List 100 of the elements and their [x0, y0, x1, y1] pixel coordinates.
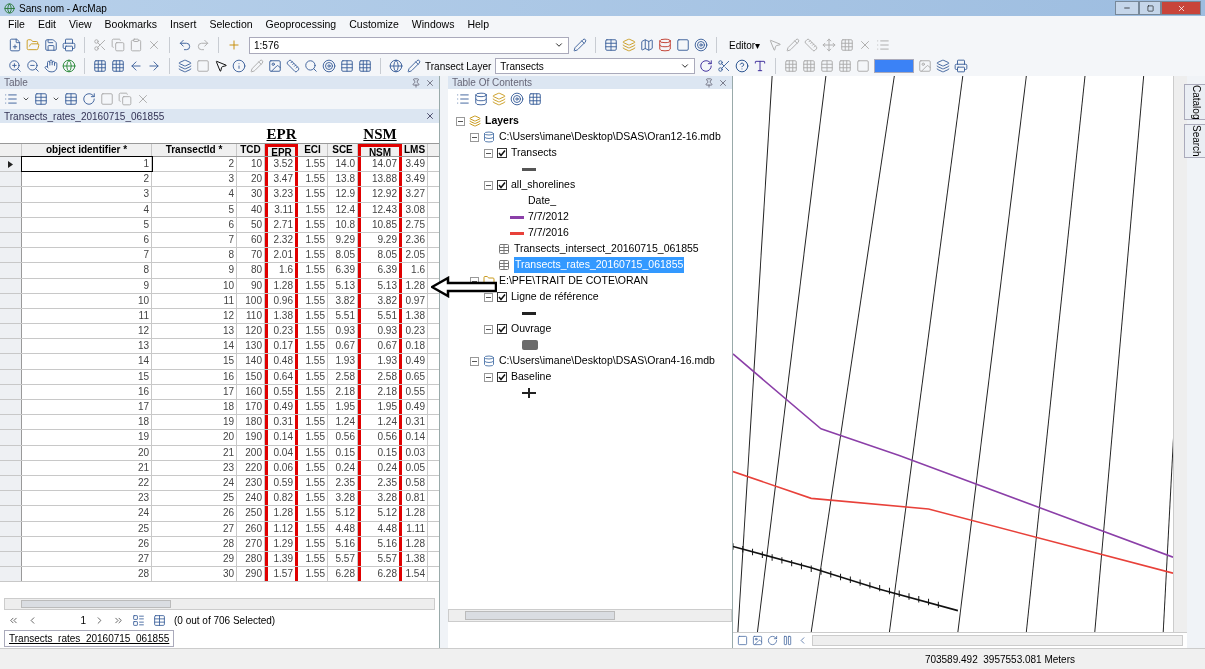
menu-item[interactable]: Selection — [209, 17, 253, 33]
toc-item[interactable]: all_shorelines — [511, 177, 576, 193]
map-icon[interactable] — [640, 38, 654, 52]
side-tab[interactable]: Catalog — [1183, 84, 1205, 121]
column-header[interactable]: TransectId * — [152, 144, 237, 156]
table-icon[interactable] — [340, 59, 354, 73]
color-dropdown[interactable] — [874, 59, 915, 73]
row-selector[interactable] — [0, 157, 22, 172]
checkbox[interactable] — [497, 180, 507, 190]
text-icon[interactable] — [753, 59, 768, 73]
caret-icon[interactable] — [22, 95, 30, 103]
toc-item[interactable]: C:\Users\imane\Desktop\DSAS\Oran4-16.mdb — [499, 353, 715, 369]
grid-icon[interactable] — [838, 59, 853, 73]
horizontal-scrollbar[interactable] — [812, 635, 1183, 646]
menu-item[interactable]: Insert — [170, 17, 197, 33]
undo-icon[interactable] — [178, 38, 192, 52]
collapse-toggle-icon[interactable] — [456, 116, 465, 126]
column-header[interactable]: object identifier * — [22, 144, 152, 156]
refresh-icon[interactable] — [699, 59, 714, 73]
menu-item[interactable]: Customize — [349, 17, 399, 33]
pin-icon[interactable] — [411, 77, 421, 88]
layers-title[interactable]: Layers — [485, 113, 519, 129]
caret-icon[interactable] — [554, 40, 564, 50]
clipboard-icon[interactable] — [129, 38, 143, 52]
pointer-icon[interactable] — [214, 59, 228, 73]
menu-item[interactable]: Bookmarks — [104, 17, 158, 33]
vertical-scrollbar[interactable] — [1173, 76, 1187, 632]
column-header[interactable]: TCD — [237, 144, 265, 156]
move-icon[interactable] — [822, 38, 837, 52]
delete-icon[interactable] — [147, 38, 161, 52]
menu-item[interactable]: Edit — [37, 17, 56, 33]
frame-icon[interactable] — [856, 59, 871, 73]
column-header[interactable]: EPR — [265, 144, 298, 156]
find-icon[interactable] — [304, 59, 318, 73]
copy-icon[interactable] — [111, 38, 125, 52]
column-header[interactable]: LMS — [402, 144, 428, 156]
print-icon[interactable] — [62, 38, 76, 52]
grid-icon[interactable] — [784, 59, 799, 73]
toc-item[interactable]: Transects_intersect_20160715_061855 — [514, 241, 699, 257]
scale-field[interactable]: 1:576 — [249, 36, 569, 54]
redo-icon[interactable] — [196, 38, 210, 52]
database-icon[interactable] — [658, 38, 672, 52]
menu-item[interactable]: File — [8, 17, 25, 33]
window-icon[interactable] — [676, 38, 690, 52]
toc-item[interactable]: 7/7/2012 — [528, 209, 569, 225]
back-arrow-icon[interactable] — [129, 59, 143, 73]
transect-layer-dropdown[interactable]: Transects — [495, 58, 696, 74]
pin-icon[interactable] — [704, 77, 714, 88]
checkbox[interactable] — [497, 292, 507, 302]
toc-item[interactable]: E:\PFE\TRAIT DE COTE\ORAN — [499, 273, 649, 289]
toc-item[interactable]: Ouvrage — [511, 321, 552, 337]
menu-item[interactable]: Windows — [411, 17, 455, 33]
column-header[interactable]: NSM — [358, 144, 402, 156]
caret-icon[interactable] — [52, 95, 60, 103]
collapse-toggle-icon[interactable] — [484, 372, 493, 382]
collapse-toggle-icon[interactable] — [484, 148, 493, 158]
sketch-icon[interactable] — [786, 38, 801, 52]
zoom-in-icon[interactable] — [8, 59, 22, 73]
close-icon[interactable] — [425, 77, 435, 88]
grid-icon[interactable] — [802, 59, 817, 73]
toc-item[interactable]: Date_ — [528, 193, 557, 209]
clip-icon[interactable] — [717, 59, 732, 73]
new-document-icon[interactable] — [8, 38, 22, 52]
save-icon[interactable] — [44, 38, 58, 52]
grid-icon[interactable] — [840, 38, 855, 52]
column-header[interactable]: ECI — [298, 144, 328, 156]
help-icon[interactable] — [735, 59, 750, 73]
edit-tool-icon[interactable] — [573, 38, 587, 52]
add-data-icon[interactable] — [227, 38, 241, 52]
collapse-toggle-icon[interactable] — [484, 292, 493, 302]
delete-rows-icon[interactable] — [136, 92, 150, 106]
print-icon[interactable] — [954, 59, 969, 73]
table-icon[interactable] — [820, 59, 835, 73]
folder-icon[interactable] — [26, 38, 40, 52]
close-icon[interactable] — [718, 77, 728, 88]
side-tab[interactable]: Search — [1183, 124, 1205, 159]
close-icon[interactable] — [425, 111, 435, 121]
info-icon[interactable] — [232, 59, 246, 73]
globe-icon[interactable] — [62, 59, 76, 73]
scissors-icon[interactable] — [93, 38, 107, 52]
menu-item[interactable]: Geoprocessing — [265, 17, 337, 33]
ruler-icon[interactable] — [804, 38, 819, 52]
toc-item[interactable]: 7/7/2016 — [528, 225, 569, 241]
refresh-icon[interactable] — [767, 635, 778, 646]
caret-icon[interactable] — [680, 61, 691, 71]
horizontal-scrollbar[interactable] — [4, 598, 435, 610]
collapse-toggle-icon[interactable] — [484, 180, 493, 190]
editor-menu[interactable]: Editor▾ — [725, 37, 765, 53]
menu-item[interactable]: Help — [467, 17, 490, 33]
horizontal-scrollbar[interactable] — [448, 609, 732, 622]
layers-icon[interactable] — [622, 38, 636, 52]
table-icon[interactable] — [604, 38, 618, 52]
hand-icon[interactable] — [44, 59, 58, 73]
toc-item[interactable]: Transects — [511, 145, 557, 161]
collapse-toggle-icon[interactable] — [470, 356, 479, 366]
checkbox[interactable] — [497, 324, 507, 334]
maximize-button[interactable] — [1139, 1, 1161, 15]
measure-icon[interactable] — [286, 59, 300, 73]
toc-item[interactable]: C:\Users\imane\Desktop\DSAS\Oran12-16.mdb — [499, 129, 721, 145]
pause-drawing-icon[interactable] — [782, 635, 793, 646]
